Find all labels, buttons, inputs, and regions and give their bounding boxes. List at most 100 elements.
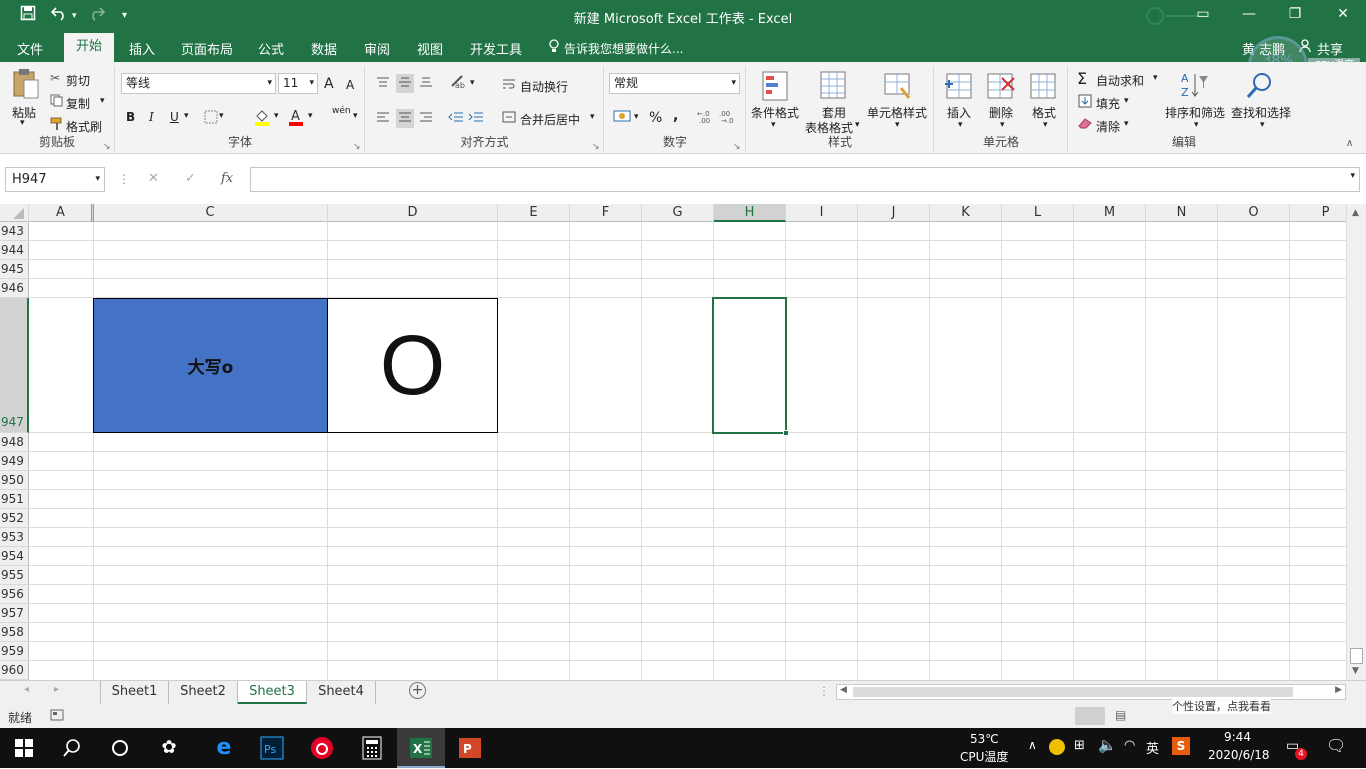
number-format-select[interactable]: 常规 ▾	[609, 73, 740, 94]
alignment-launcher-icon[interactable]: ↘	[592, 142, 600, 152]
row-header[interactable]: 959	[0, 642, 29, 661]
sort-filter-dropdown-icon[interactable]: ▾	[1194, 120, 1199, 130]
row-header[interactable]: 955	[0, 566, 29, 585]
insert-cells-button[interactable]: 插入	[947, 104, 971, 121]
name-box[interactable]: H947 ▾	[5, 167, 105, 192]
cell-styles-button[interactable]: 单元格样式	[867, 104, 927, 121]
accounting-dropdown-icon[interactable]: ▾	[634, 112, 639, 122]
sheet-tab[interactable]: Sheet1	[100, 681, 169, 704]
decrease-indent-icon[interactable]	[448, 111, 464, 126]
cancel-icon[interactable]: ✕	[148, 171, 159, 186]
phonetic-guide-button[interactable]: wén	[332, 106, 351, 116]
tab-developer[interactable]: 开发工具	[470, 39, 522, 58]
format-cells-icon[interactable]	[1029, 70, 1059, 105]
row-header[interactable]: 948	[0, 433, 29, 452]
tab-view[interactable]: 视图	[417, 39, 443, 58]
excel-taskbar-button[interactable]: X	[397, 728, 445, 768]
wifi-icon[interactable]: ◠	[1124, 738, 1135, 753]
shrink-font-button[interactable]: A	[346, 78, 354, 92]
fill-handle[interactable]	[783, 430, 789, 436]
tab-page-layout[interactable]: 页面布局	[181, 39, 233, 58]
show-hidden-icons-icon[interactable]: ∧	[1028, 738, 1037, 752]
powerpoint-icon[interactable]: P	[456, 734, 484, 762]
underline-dropdown-icon[interactable]: ▾	[184, 111, 189, 121]
row-header[interactable]: 958	[0, 623, 29, 642]
page-layout-view-icon[interactable]: ▤	[1115, 708, 1126, 722]
minimize-icon[interactable]: —	[1226, 6, 1272, 22]
fill-color-dropdown-icon[interactable]: ▾	[274, 111, 279, 121]
find-select-icon[interactable]	[1245, 70, 1275, 105]
align-bottom-icon[interactable]	[419, 76, 433, 91]
align-top-icon[interactable]	[376, 76, 390, 91]
column-header[interactable]: L	[1002, 204, 1074, 222]
orientation-dropdown-icon[interactable]: ▾	[470, 78, 475, 88]
sort-filter-icon[interactable]: AZ	[1179, 70, 1209, 105]
merge-dropdown-icon[interactable]: ▾	[590, 112, 595, 122]
paste-icon[interactable]	[12, 68, 40, 103]
column-header[interactable]: I	[786, 204, 858, 222]
row-header[interactable]: 950	[0, 471, 29, 490]
align-right-icon[interactable]	[419, 111, 433, 126]
conditional-formatting-icon[interactable]	[761, 70, 791, 105]
merge-center-button[interactable]: 合并后居中	[520, 111, 580, 128]
tab-insert[interactable]: 插入	[129, 39, 155, 58]
task-view-icon[interactable]	[106, 734, 134, 762]
sort-filter-button[interactable]: 排序和筛选	[1165, 104, 1225, 121]
clear-dropdown-icon[interactable]: ▾	[1124, 119, 1129, 129]
windows-start-icon[interactable]	[10, 734, 38, 762]
row-header-selected[interactable]: 947	[0, 298, 29, 433]
next-sheet-icon[interactable]: ▸	[54, 684, 59, 695]
font-size-select[interactable]: 11 ▾	[278, 73, 318, 94]
comma-button[interactable]: ,	[673, 108, 678, 124]
tab-data[interactable]: 数据	[311, 39, 337, 58]
format-as-table-icon[interactable]	[819, 70, 849, 105]
edge-browser-icon[interactable]: e	[210, 734, 238, 762]
security-tray-icon[interactable]	[1049, 739, 1065, 755]
align-left-icon[interactable]	[376, 111, 390, 126]
tab-splitter-icon[interactable]: ⋮	[818, 684, 830, 698]
increase-decimal-icon[interactable]: ←.0.00	[697, 109, 715, 126]
copy-dropdown-icon[interactable]: ▾	[100, 96, 105, 106]
fill-button[interactable]: 填充	[1096, 95, 1120, 112]
orientation-icon[interactable]: ab	[450, 74, 468, 91]
paste-dropdown-icon[interactable]: ▾	[20, 118, 25, 128]
cell-styles-dropdown-icon[interactable]: ▾	[895, 120, 900, 130]
scroll-right-icon[interactable]: ▶	[1335, 685, 1342, 695]
formula-input[interactable]: ▾	[250, 167, 1360, 192]
row-header[interactable]: 957	[0, 604, 29, 623]
cell-d947[interactable]: O	[327, 298, 498, 433]
close-icon[interactable]: ✕	[1320, 6, 1366, 22]
cell-c947[interactable]: 大写o	[93, 298, 328, 433]
column-header[interactable]: J	[858, 204, 930, 222]
pinwheel-app-icon[interactable]: ✿	[155, 734, 183, 762]
tab-home[interactable]: 开始	[64, 33, 114, 62]
autosum-dropdown-icon[interactable]: ▾	[1153, 73, 1158, 83]
align-middle-icon[interactable]	[396, 74, 414, 93]
row-header[interactable]: 960	[0, 661, 29, 680]
column-header[interactable]: D	[328, 204, 498, 222]
insert-cells-icon[interactable]	[945, 70, 975, 105]
sheet-tab-active[interactable]: Sheet3	[238, 681, 307, 704]
photoshop-icon[interactable]: Ps	[258, 734, 286, 762]
find-select-dropdown-icon[interactable]: ▾	[1260, 120, 1265, 130]
select-all-corner[interactable]	[0, 204, 29, 222]
accounting-format-icon[interactable]	[613, 109, 631, 126]
column-header[interactable]: M	[1074, 204, 1146, 222]
underline-button[interactable]: U	[170, 110, 179, 124]
row-header[interactable]: 945	[0, 260, 29, 279]
column-header[interactable]: O	[1218, 204, 1290, 222]
scroll-left-icon[interactable]: ◀	[840, 685, 847, 695]
column-header-selected[interactable]: H	[714, 204, 786, 222]
font-family-select[interactable]: 等线 ▾	[121, 73, 276, 94]
fill-color-icon[interactable]	[254, 108, 270, 129]
italic-button[interactable]: I	[149, 110, 154, 124]
clipboard-launcher-icon[interactable]: ↘	[103, 142, 111, 152]
sheet-tab[interactable]: Sheet2	[169, 681, 238, 704]
find-select-button[interactable]: 查找和选择	[1231, 104, 1291, 121]
row-header[interactable]: 952	[0, 509, 29, 528]
column-header[interactable]: E	[498, 204, 570, 222]
tab-review[interactable]: 审阅	[364, 39, 390, 58]
column-header[interactable]: A	[29, 204, 93, 222]
input-method-indicator[interactable]: 英	[1146, 738, 1159, 757]
clock-date[interactable]: 2020/6/18	[1208, 748, 1270, 762]
